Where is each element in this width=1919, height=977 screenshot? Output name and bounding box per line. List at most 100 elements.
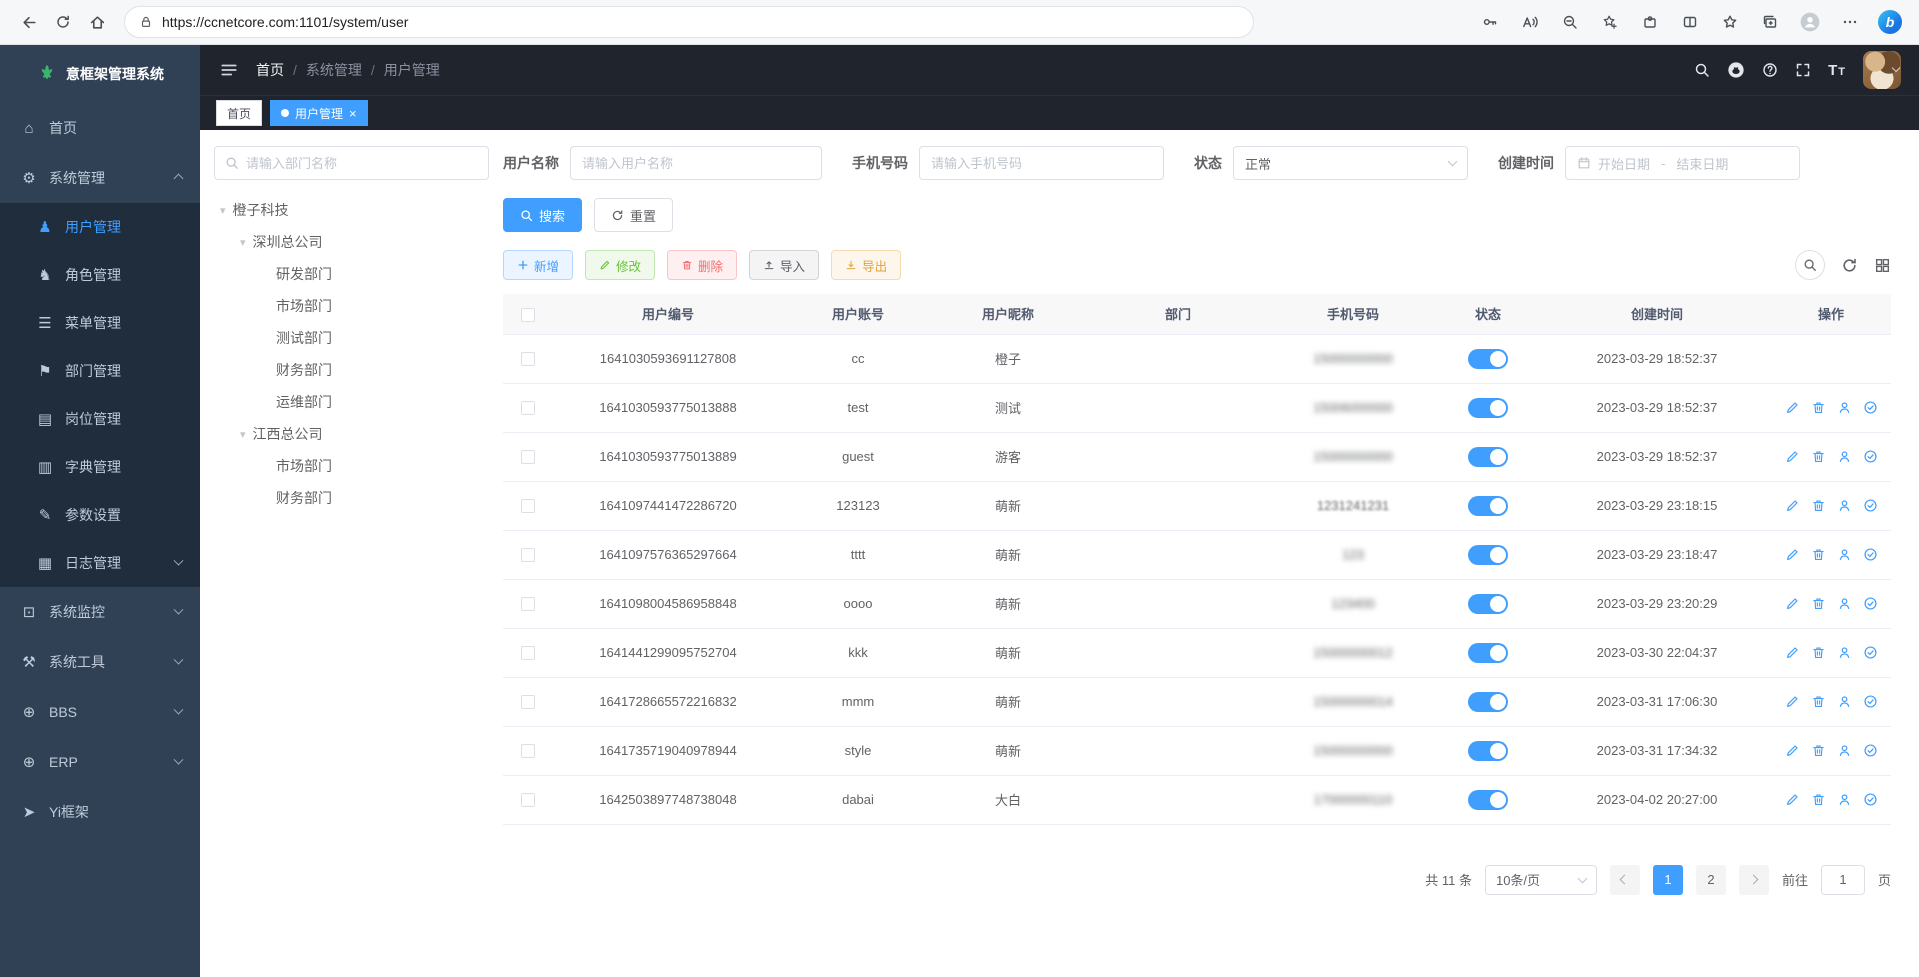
row-reset-password-icon[interactable]	[1837, 792, 1852, 807]
row-delete-icon[interactable]	[1811, 694, 1826, 709]
breadcrumb-home[interactable]: 首页	[256, 60, 284, 80]
prev-page-button[interactable]	[1610, 865, 1640, 895]
toggle-search-icon[interactable]	[1795, 250, 1825, 280]
row-delete-icon[interactable]	[1811, 547, 1826, 562]
row-assign-role-icon[interactable]	[1863, 596, 1878, 611]
row-edit-icon[interactable]	[1785, 694, 1800, 709]
row-checkbox[interactable]	[521, 352, 535, 366]
tree-node[interactable]: ▾ 橙子科技	[214, 194, 489, 226]
status-toggle[interactable]	[1468, 741, 1508, 761]
row-assign-role-icon[interactable]	[1863, 400, 1878, 415]
status-toggle[interactable]	[1468, 349, 1508, 369]
next-page-button[interactable]	[1739, 865, 1769, 895]
department-search-input[interactable]	[246, 156, 478, 171]
header-search-icon[interactable]	[1694, 62, 1710, 78]
password-key-icon[interactable]	[1473, 5, 1507, 39]
split-screen-icon[interactable]	[1673, 5, 1707, 39]
row-edit-icon[interactable]	[1785, 645, 1800, 660]
page-2-button[interactable]: 2	[1696, 865, 1726, 895]
row-assign-role-icon[interactable]	[1863, 645, 1878, 660]
tree-node[interactable]: ▾ 运维部门	[214, 386, 489, 418]
browser-home-icon[interactable]	[80, 5, 114, 39]
row-checkbox[interactable]	[521, 548, 535, 562]
row-assign-role-icon[interactable]	[1863, 498, 1878, 513]
row-reset-password-icon[interactable]	[1837, 547, 1852, 562]
refresh-table-icon[interactable]	[1841, 257, 1858, 274]
tab-home[interactable]: 首页	[216, 100, 262, 126]
collections-icon[interactable]	[1753, 5, 1787, 39]
column-settings-icon[interactable]	[1874, 257, 1891, 274]
status-toggle[interactable]	[1468, 790, 1508, 810]
fullscreen-icon[interactable]	[1795, 62, 1811, 78]
phone-input[interactable]	[931, 156, 1152, 171]
row-reset-password-icon[interactable]	[1837, 400, 1852, 415]
add-button[interactable]: 新增	[503, 250, 573, 280]
row-reset-password-icon[interactable]	[1837, 743, 1852, 758]
row-edit-icon[interactable]	[1785, 792, 1800, 807]
sidebar-item[interactable]: ⊡ 系统监控	[0, 587, 200, 637]
row-edit-icon[interactable]	[1785, 449, 1800, 464]
row-reset-password-icon[interactable]	[1837, 694, 1852, 709]
browser-refresh-icon[interactable]	[46, 5, 80, 39]
font-size-icon[interactable]: TT	[1828, 62, 1846, 79]
row-assign-role-icon[interactable]	[1863, 694, 1878, 709]
search-button[interactable]: 搜索	[503, 198, 582, 232]
select-all-checkbox[interactable]	[521, 308, 535, 322]
row-checkbox[interactable]	[521, 499, 535, 513]
github-icon[interactable]	[1727, 61, 1745, 79]
zoom-icon[interactable]	[1553, 5, 1587, 39]
tab-user-management[interactable]: 用户管理 ×	[270, 100, 368, 126]
row-reset-password-icon[interactable]	[1837, 596, 1852, 611]
tree-node[interactable]: ▾ 深圳总公司	[214, 226, 489, 258]
sidebar-item[interactable]: ➤ Yi框架	[0, 787, 200, 837]
favorites-icon[interactable]	[1713, 5, 1747, 39]
delete-button[interactable]: 删除	[667, 250, 737, 280]
row-delete-icon[interactable]	[1811, 792, 1826, 807]
status-toggle[interactable]	[1468, 594, 1508, 614]
row-assign-role-icon[interactable]	[1863, 547, 1878, 562]
row-assign-role-icon[interactable]	[1863, 449, 1878, 464]
row-checkbox[interactable]	[521, 450, 535, 464]
tree-node[interactable]: ▾ 研发部门	[214, 258, 489, 290]
status-toggle[interactable]	[1468, 545, 1508, 565]
sidebar-item[interactable]: ✎ 参数设置	[0, 491, 200, 539]
row-delete-icon[interactable]	[1811, 596, 1826, 611]
row-edit-icon[interactable]	[1785, 743, 1800, 758]
row-reset-password-icon[interactable]	[1837, 645, 1852, 660]
add-favorite-icon[interactable]	[1593, 5, 1627, 39]
hamburger-icon[interactable]	[220, 61, 238, 79]
status-toggle[interactable]	[1468, 643, 1508, 663]
status-select[interactable]: 正常	[1233, 146, 1468, 180]
browser-back-icon[interactable]	[12, 5, 46, 39]
sidebar-item[interactable]: ⚒ 系统工具	[0, 637, 200, 687]
bing-chat-icon[interactable]: b	[1873, 5, 1907, 39]
sidebar-item[interactable]: ⊕ ERP	[0, 737, 200, 787]
tree-node[interactable]: ▾ 财务部门	[214, 354, 489, 386]
status-toggle[interactable]	[1468, 398, 1508, 418]
tree-node[interactable]: ▾ 财务部门	[214, 482, 489, 514]
extensions-icon[interactable]	[1633, 5, 1667, 39]
tree-node[interactable]: ▾ 市场部门	[214, 450, 489, 482]
row-checkbox[interactable]	[521, 646, 535, 660]
row-reset-password-icon[interactable]	[1837, 449, 1852, 464]
goto-page-input[interactable]	[1821, 865, 1865, 895]
username-input[interactable]	[582, 156, 810, 171]
sidebar-item[interactable]: ▤ 岗位管理	[0, 395, 200, 443]
sidebar-item[interactable]: ▥ 字典管理	[0, 443, 200, 491]
sidebar-item[interactable]: ⚑ 部门管理	[0, 347, 200, 395]
row-edit-icon[interactable]	[1785, 547, 1800, 562]
sidebar-item[interactable]: ⚙ 系统管理	[0, 153, 200, 203]
date-range-picker[interactable]: 开始日期 - 结束日期	[1565, 146, 1800, 180]
browser-profile-avatar[interactable]	[1793, 5, 1827, 39]
row-delete-icon[interactable]	[1811, 645, 1826, 660]
sidebar-item[interactable]: ⊕ BBS	[0, 687, 200, 737]
row-checkbox[interactable]	[521, 597, 535, 611]
row-edit-icon[interactable]	[1785, 400, 1800, 415]
status-toggle[interactable]	[1468, 692, 1508, 712]
row-reset-password-icon[interactable]	[1837, 498, 1852, 513]
row-checkbox[interactable]	[521, 401, 535, 415]
status-toggle[interactable]	[1468, 496, 1508, 516]
row-edit-icon[interactable]	[1785, 596, 1800, 611]
sidebar-item[interactable]: ♟ 用户管理	[0, 203, 200, 251]
import-button[interactable]: 导入	[749, 250, 819, 280]
